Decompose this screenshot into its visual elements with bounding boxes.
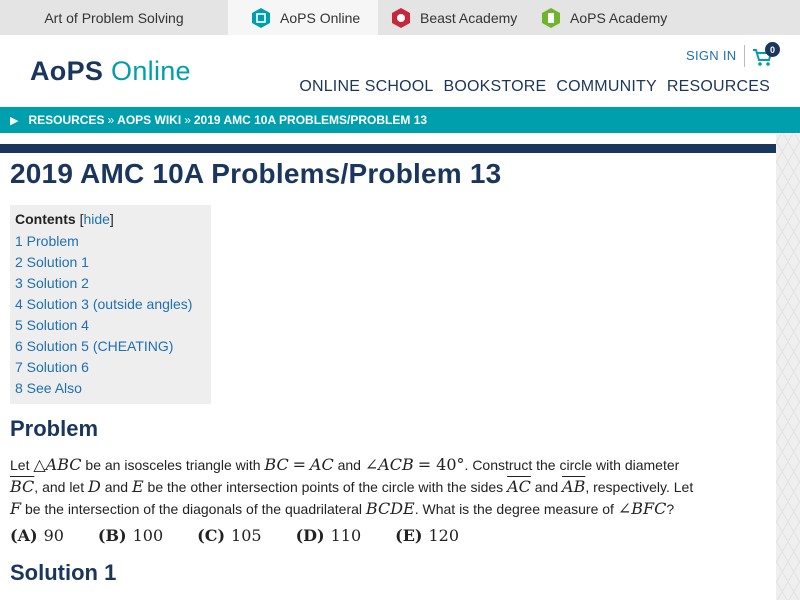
site-label: AoPS Academy	[570, 9, 668, 26]
toc-title: Contents	[15, 211, 76, 227]
logo-text-online: Online	[111, 56, 191, 86]
wiki-content: 2019 AMC 10A Problems/Problem 13 Content…	[0, 144, 776, 600]
toc-item-solution-3[interactable]: 4 Solution 3 (outside angles)	[15, 294, 211, 315]
aops-academy-icon	[540, 7, 562, 29]
breadcrumb-separator-icon: »	[107, 113, 115, 127]
nav-bookstore[interactable]: BOOKSTORE	[444, 78, 547, 96]
toc-hide-link[interactable]: hide	[83, 211, 109, 227]
nav-community[interactable]: COMMUNITY	[556, 78, 656, 96]
answer-choices: (A) 90 (B) 100 (C) 105 (D) 110 (E) 120	[10, 526, 459, 545]
toc-item-solution-1[interactable]: 2 Solution 1	[15, 252, 211, 273]
site-switcher-bar: Art of Problem Solving AoPS Online Beast…	[0, 0, 800, 35]
content-top-bar	[0, 144, 776, 153]
background-pattern	[776, 133, 800, 600]
toc-header: Contents [hide]	[15, 211, 114, 227]
site-art-of-problem-solving[interactable]: Art of Problem Solving	[0, 0, 228, 35]
sign-in-link[interactable]: SIGN IN	[686, 48, 737, 63]
choice-e: (E) 120	[395, 526, 460, 545]
breadcrumb-current-page[interactable]: 2019 AMC 10A PROBLEMS/PROBLEM 13	[194, 113, 427, 127]
toc-item-solution-4[interactable]: 5 Solution 4	[15, 315, 211, 336]
choice-b: (B) 100	[97, 526, 164, 545]
toc-item-see-also[interactable]: 8 See Also	[15, 378, 211, 399]
nav-online-school[interactable]: ONLINE SCHOOL	[299, 78, 433, 96]
site-aops-academy[interactable]: AoPS Academy	[528, 0, 667, 35]
choice-c: (C) 105	[197, 526, 262, 545]
solution-1-heading: Solution 1	[10, 560, 117, 585]
problem-heading: Problem	[10, 416, 99, 441]
cart-count-badge: 0	[765, 42, 780, 57]
main-nav: ONLINE SCHOOL BOOKSTORE COMMUNITY RESOUR…	[299, 78, 770, 96]
choice-d: (D) 110	[295, 526, 362, 545]
problem-line-1: Let △ABC be an isosceles triangle with B…	[10, 455, 680, 474]
choice-a: (A) 90	[10, 526, 64, 545]
header-divider	[744, 45, 745, 67]
beast-academy-icon	[390, 7, 412, 29]
site-aops-online[interactable]: AoPS Online	[228, 0, 378, 35]
toc-item-problem[interactable]: 1 Problem	[15, 231, 211, 252]
table-of-contents: Contents [hide] 1 Problem 2 Solution 1 3…	[10, 205, 211, 404]
breadcrumb-resources[interactable]: RESOURCES	[28, 113, 104, 127]
toc-item-solution-6[interactable]: 7 Solution 6	[15, 357, 211, 378]
nav-resources[interactable]: RESOURCES	[667, 78, 770, 96]
problem-statement: Let △ABC be an isosceles triangle with B…	[10, 454, 770, 520]
breadcrumb-separator-icon: »	[184, 113, 191, 127]
site-label: Art of Problem Solving	[44, 9, 184, 26]
problem-line-2: BC, and let D and E be the other interse…	[10, 477, 694, 496]
logo-text-aops: AoPS	[30, 56, 104, 86]
site-beast-academy[interactable]: Beast Academy	[378, 0, 528, 35]
breadcrumb-aops-wiki[interactable]: AOPS WIKI	[117, 113, 181, 127]
play-triangle-icon: ▶	[10, 114, 19, 127]
aops-online-logo[interactable]: AoPS Online	[30, 56, 191, 87]
toc-item-solution-5[interactable]: 6 Solution 5 (CHEATING)	[15, 336, 211, 357]
problem-line-3: F be the intersection of the diagonals o…	[10, 499, 675, 518]
page-title: 2019 AMC 10A Problems/Problem 13	[10, 158, 502, 189]
toc-item-solution-2[interactable]: 3 Solution 2	[15, 273, 211, 294]
site-label: Beast Academy	[420, 9, 518, 26]
breadcrumb: ▶ RESOURCES » AOPS WIKI » 2019 AMC 10A P…	[0, 107, 800, 133]
site-label: AoPS Online	[280, 9, 361, 26]
aops-online-icon	[250, 7, 272, 29]
